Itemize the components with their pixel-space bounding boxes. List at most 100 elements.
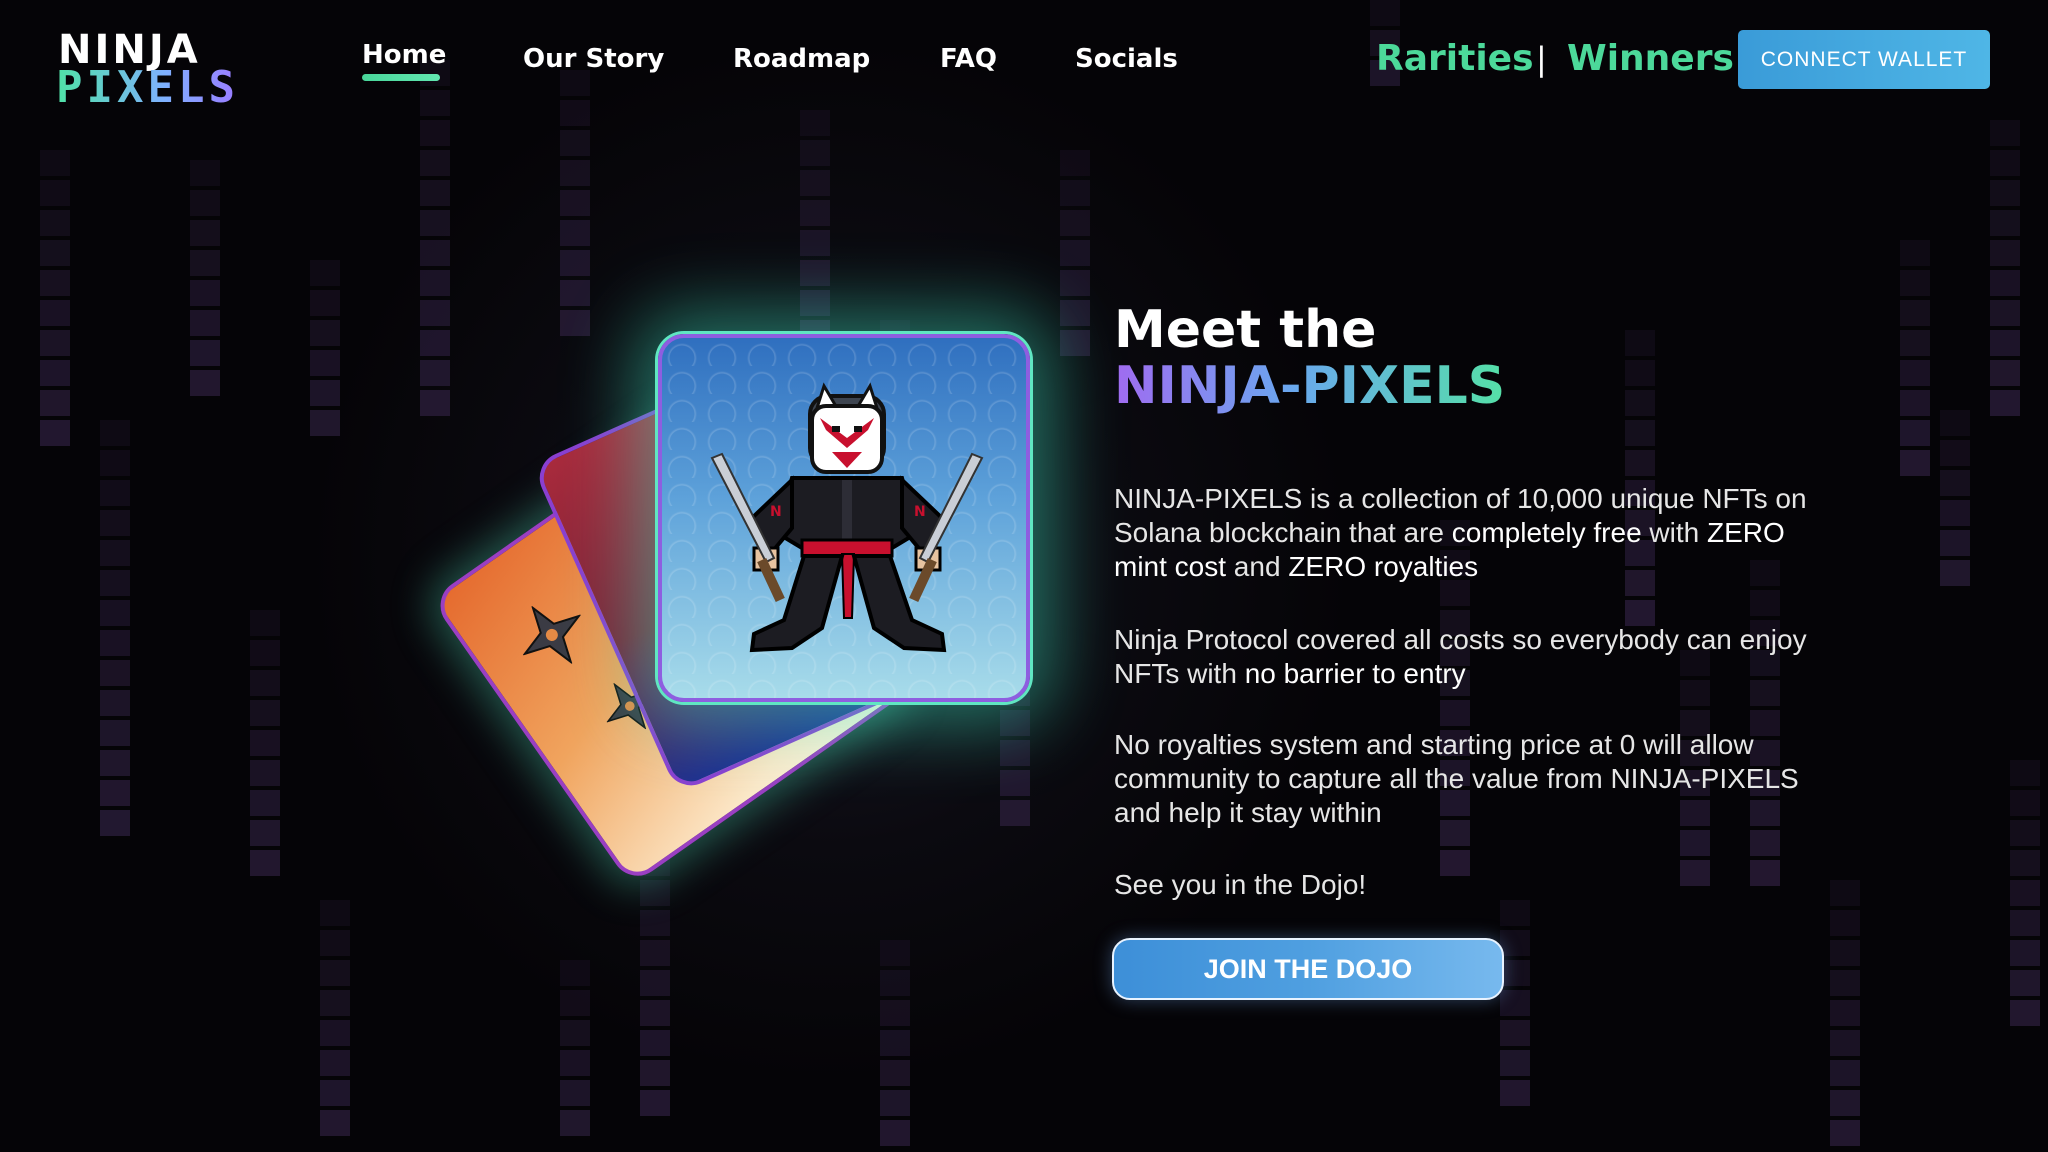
- rain-block: [560, 250, 590, 276]
- rain-block: [320, 930, 350, 956]
- nav-roadmap[interactable]: Roadmap: [733, 44, 870, 74]
- rain-block: [100, 510, 130, 536]
- rain-block: [1990, 120, 2020, 146]
- rain-block: [1830, 1000, 1860, 1026]
- nav-faq[interactable]: FAQ: [940, 44, 997, 74]
- nav-our-story[interactable]: Our Story: [523, 44, 664, 74]
- rain-block: [2010, 820, 2040, 846]
- rain-block: [1500, 930, 1530, 956]
- logo-line-2: PIXELS: [56, 62, 239, 113]
- rain-block: [1680, 830, 1710, 856]
- page: NINJA PIXELS Home Our Story Roadmap FAQ …: [0, 0, 2048, 1152]
- rain-block: [40, 330, 70, 356]
- rain-block: [420, 150, 450, 176]
- rain-block: [310, 320, 340, 346]
- rain-block: [420, 120, 450, 146]
- rain-block: [1900, 240, 1930, 266]
- rain-column: [250, 610, 280, 876]
- rain-column: [100, 420, 130, 836]
- winners-link[interactable]: Winners: [1567, 38, 1734, 79]
- rarities-link[interactable]: Rarities: [1376, 38, 1534, 79]
- rain-block: [1625, 450, 1655, 476]
- rain-block: [1830, 970, 1860, 996]
- rain-block: [310, 290, 340, 316]
- shuriken-icon: [522, 605, 582, 665]
- nav-home[interactable]: Home: [362, 40, 446, 81]
- rain-block: [1900, 360, 1930, 386]
- rain-block: [40, 300, 70, 326]
- rain-block: [420, 210, 450, 236]
- rain-block: [100, 570, 130, 596]
- rain-block: [100, 720, 130, 746]
- rain-block: [560, 1050, 590, 1076]
- rain-block: [1060, 270, 1090, 296]
- hero-paragraph-1: NINJA-PIXELS is a collection of 10,000 u…: [1114, 482, 1834, 584]
- rain-block: [1060, 210, 1090, 236]
- rain-block: [1060, 180, 1090, 206]
- rain-block: [190, 220, 220, 246]
- rain-block: [1990, 270, 2020, 296]
- hero-paragraph-4: See you in the Dojo!: [1114, 869, 1367, 900]
- rain-block: [560, 100, 590, 126]
- join-the-dojo-button[interactable]: JOIN THE DOJO: [1112, 938, 1504, 1000]
- rain-column: [1830, 880, 1860, 1146]
- hero-title-line-2: NINJA-PIXELS: [1114, 356, 1506, 416]
- rain-block: [560, 990, 590, 1016]
- rain-block: [800, 230, 830, 256]
- rain-block: [250, 610, 280, 636]
- rain-block: [310, 260, 340, 286]
- rain-block: [2010, 760, 2040, 786]
- rain-block: [1990, 150, 2020, 176]
- rain-block: [320, 1050, 350, 1076]
- rain-column: [40, 150, 70, 446]
- rain-block: [310, 380, 340, 406]
- rain-column: [1500, 900, 1530, 1106]
- rain-block: [640, 1030, 670, 1056]
- rain-block: [100, 480, 130, 506]
- rain-block: [1830, 880, 1860, 906]
- nav-socials[interactable]: Socials: [1075, 44, 1178, 74]
- rain-block: [40, 270, 70, 296]
- rain-block: [1830, 1030, 1860, 1056]
- rain-column: [1900, 240, 1930, 476]
- rain-block: [560, 960, 590, 986]
- rain-block: [310, 410, 340, 436]
- rain-block: [320, 960, 350, 986]
- rain-block: [640, 940, 670, 966]
- logo[interactable]: NINJA PIXELS: [56, 28, 292, 112]
- rain-block: [1500, 990, 1530, 1016]
- rain-block: [560, 1110, 590, 1136]
- rain-block: [40, 420, 70, 446]
- rain-block: [420, 180, 450, 206]
- rain-block: [1060, 240, 1090, 266]
- rain-block: [320, 900, 350, 926]
- connect-wallet-button[interactable]: CONNECT WALLET: [1738, 30, 1990, 89]
- rain-block: [190, 340, 220, 366]
- hero-paragraph-2: Ninja Protocol covered all costs so ever…: [1114, 623, 1834, 691]
- rain-block: [250, 700, 280, 726]
- rain-block: [1830, 1120, 1860, 1146]
- rain-block: [880, 970, 910, 996]
- svg-text:N: N: [914, 504, 926, 520]
- rain-block: [250, 640, 280, 666]
- rain-block: [40, 180, 70, 206]
- para1-bold-a: completely free: [1451, 517, 1642, 548]
- rain-block: [1500, 900, 1530, 926]
- rain-block: [2010, 790, 2040, 816]
- rain-block: [880, 940, 910, 966]
- header-divider: |: [1536, 40, 1547, 78]
- para2-bold-a: no barrier to entry: [1244, 658, 1466, 689]
- rain-block: [250, 820, 280, 846]
- rain-block: [1830, 1060, 1860, 1086]
- rain-block: [640, 1060, 670, 1086]
- rain-block: [1625, 420, 1655, 446]
- rain-block: [1990, 210, 2020, 236]
- rain-block: [1500, 1080, 1530, 1106]
- rain-block: [1625, 360, 1655, 386]
- rain-column: [320, 900, 350, 1136]
- rain-block: [100, 660, 130, 686]
- rain-block: [190, 310, 220, 336]
- rain-block: [250, 730, 280, 756]
- rain-block: [1830, 1090, 1860, 1116]
- rain-block: [800, 110, 830, 136]
